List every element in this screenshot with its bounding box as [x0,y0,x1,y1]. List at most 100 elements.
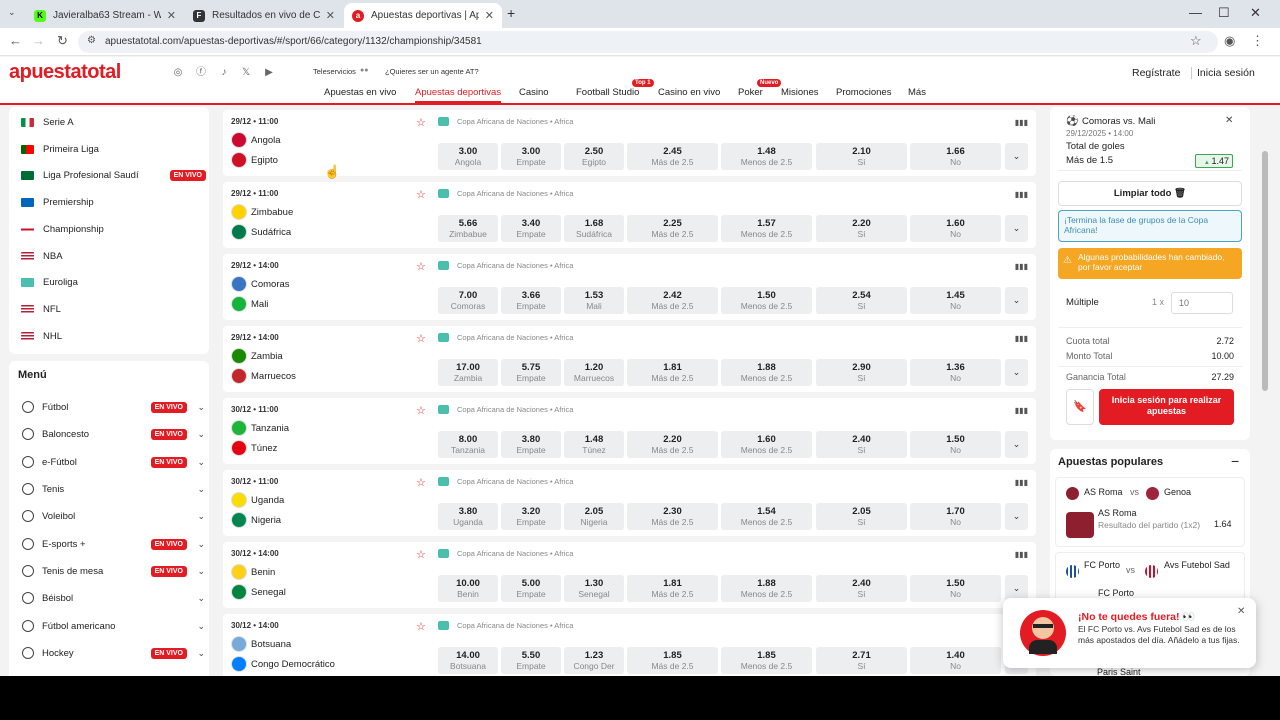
odd-button-draw[interactable]: 3.80 Empate [501,431,561,458]
odd-button-btts-yes[interactable]: 2.54 Sí [816,287,907,314]
odd-button-draw[interactable]: 5.75 Empate [501,359,561,386]
menu-e-futbol[interactable]: e-Fútbol EN VIVO ⌄ [22,452,207,472]
odd-button-over-2-5[interactable]: 2.42 Más de 2.5 [627,287,718,314]
more-markets-button[interactable]: ⌄ [1005,143,1028,170]
teleservicios-link[interactable]: Teleservicios [313,67,356,76]
odd-button-btts-yes[interactable]: 2.05 Sí [816,503,907,530]
odd-button-btts-yes[interactable]: 2.40 Sí [816,431,907,458]
odd-button-away-win[interactable]: 1.53 Mali [564,287,624,314]
new-tab-button[interactable]: + [507,5,515,21]
league-championship[interactable]: Championship [21,219,206,239]
remove-selection-icon[interactable]: ✕ [1225,115,1233,126]
scrollbar-thumb[interactable] [1262,151,1268,391]
nav-apuestas-en-vivo[interactable]: Apuestas en vivo [324,87,396,98]
browser-tab-apuestatotal[interactable]: a Apuestas deportivas | Apuestas ✕ [344,3,502,28]
tab-search-icon[interactable]: ⌄ [8,7,16,18]
odd-button-over-2-5[interactable]: 2.25 Más de 2.5 [627,215,718,242]
stats-icon[interactable]: ▮▮▮ [1015,118,1028,127]
favorite-star-icon[interactable]: ☆ [416,116,426,129]
odd-button-over-2-5[interactable]: 1.81 Más de 2.5 [627,359,718,386]
instagram-icon[interactable]: ◎ [172,67,184,79]
browser-tab-flashscore[interactable]: F Resultados en vivo de Copa de ✕ [185,3,343,28]
odd-button-draw[interactable]: 5.00 Empate [501,575,561,602]
collapse-icon[interactable]: − [1231,453,1239,469]
stats-icon[interactable]: ▮▮▮ [1015,262,1028,271]
nav-poker[interactable]: Poker [738,87,763,98]
league-nba[interactable]: NBA [21,246,206,266]
close-tab-icon[interactable]: ✕ [326,9,335,22]
more-markets-button[interactable]: ⌄ [1005,503,1028,530]
odd-button-btts-no[interactable]: 1.70 No [910,503,1001,530]
odd-button-under-2-5[interactable]: 1.48 Menos de 2.5 [721,143,812,170]
odd-button-over-2-5[interactable]: 2.45 Más de 2.5 [627,143,718,170]
close-toast-icon[interactable]: ✕ [1237,606,1245,617]
league-liga-saudi[interactable]: Liga Profesional Saudí EN VIVO [21,165,206,185]
favorite-star-icon[interactable]: ☆ [416,404,426,417]
popular-card-roma[interactable]: AS Roma vs Genoa AS Roma Resultado del p… [1055,477,1245,547]
odd-button-btts-no[interactable]: 1.60 No [910,215,1001,242]
odd-button-home-win[interactable]: 17.00 Zambia [438,359,498,386]
odd-button-btts-yes[interactable]: 2.90 Sí [816,359,907,386]
odd-button-btts-yes[interactable]: 2.40 Sí [816,575,907,602]
odd-button-home-win[interactable]: 14.00 Botsuana [438,647,498,674]
reload-icon[interactable]: ↻ [57,33,68,49]
odd-button-away-win[interactable]: 2.50 Egipto [564,143,624,170]
forward-icon[interactable]: → [32,33,45,48]
close-window-icon[interactable]: ✕ [1250,5,1261,21]
league-primeira-liga[interactable]: Primeira Liga [21,139,206,159]
stats-icon[interactable]: ▮▮▮ [1015,190,1028,199]
youtube-icon[interactable]: ▶ [262,67,276,79]
nav-promociones[interactable]: Promociones [836,87,891,98]
odd-button-over-2-5[interactable]: 2.20 Más de 2.5 [627,431,718,458]
favorite-star-icon[interactable]: ☆ [416,548,426,561]
odd-button-home-win[interactable]: 10.00 Benin [438,575,498,602]
menu-beisbol[interactable]: Béisbol ⌄ [22,588,207,608]
odd-button-under-2-5[interactable]: 1.50 Menos de 2.5 [721,287,812,314]
menu-futbol[interactable]: Fútbol EN VIVO ⌄ [22,397,207,417]
odd-button-under-2-5[interactable]: 1.88 Menos de 2.5 [721,575,812,602]
login-to-bet-button[interactable]: Inicia sesión para realizar apuestas [1099,389,1234,425]
minimize-icon[interactable]: — [1189,5,1202,20]
odd-button-away-win[interactable]: 2.05 Nigeria [564,503,624,530]
nav-casino[interactable]: Casino [519,87,549,98]
odd-button-btts-yes[interactable]: 2.71 Sí [816,647,907,674]
close-tab-icon[interactable]: ✕ [485,9,494,22]
menu-voleibol[interactable]: Voleibol ⌄ [22,506,207,526]
menu-hockey[interactable]: Hockey EN VIVO ⌄ [22,643,207,663]
menu-esports[interactable]: E-sports + EN VIVO ⌄ [22,534,207,554]
stats-icon[interactable]: ▮▮▮ [1015,478,1028,487]
odd-button-draw[interactable]: 3.66 Empate [501,287,561,314]
favorite-star-icon[interactable]: ☆ [416,620,426,633]
pick-odd[interactable]: 1.64 [1214,519,1232,529]
odd-button-btts-no[interactable]: 1.66 No [910,143,1001,170]
logo[interactable]: apuestatotal [9,61,121,84]
odd-button-away-win[interactable]: 1.23 Congo Der [564,647,624,674]
menu-futbol-americano[interactable]: Fútbol americano ⌄ [22,616,207,636]
info-banner[interactable]: ¡Termina la fase de grupos de la Copa Af… [1058,210,1242,242]
agent-link[interactable]: ¿Quieres ser un agente AT? [385,67,479,76]
site-info-icon[interactable]: ⚙ [87,35,96,46]
stake-input[interactable] [1171,292,1233,314]
odd-button-btts-no[interactable]: 1.50 No [910,575,1001,602]
odd-button-under-2-5[interactable]: 1.60 Menos de 2.5 [721,431,812,458]
odd-button-under-2-5[interactable]: 1.88 Menos de 2.5 [721,359,812,386]
odd-button-over-2-5[interactable]: 1.81 Más de 2.5 [627,575,718,602]
odd-button-draw[interactable]: 5.50 Empate [501,647,561,674]
league-euroliga[interactable]: Euroliga [21,272,206,292]
profile-icon[interactable]: ◉ [1224,33,1235,49]
odd-button-home-win[interactable]: 5.66 Zimbabue [438,215,498,242]
odd-button-away-win[interactable]: 1.48 Túnez [564,431,624,458]
menu-baloncesto[interactable]: Baloncesto EN VIVO ⌄ [22,424,207,444]
odd-button-btts-no[interactable]: 1.50 No [910,431,1001,458]
menu-tenis[interactable]: Tenis ⌄ [22,479,207,499]
more-markets-button[interactable]: ⌄ [1005,215,1028,242]
odd-button-under-2-5[interactable]: 1.57 Menos de 2.5 [721,215,812,242]
odd-button-over-2-5[interactable]: 2.30 Más de 2.5 [627,503,718,530]
odd-button-home-win[interactable]: 7.00 Comoras [438,287,498,314]
odd-button-away-win[interactable]: 1.20 Marruecos [564,359,624,386]
favorite-star-icon[interactable]: ☆ [416,188,426,201]
odd-button-btts-yes[interactable]: 2.20 Sí [816,215,907,242]
odd-button-home-win[interactable]: 3.80 Uganda [438,503,498,530]
nav-apuestas-deportivas[interactable]: Apuestas deportivas [415,87,502,103]
odd-button-btts-no[interactable]: 1.40 No [910,647,1001,674]
